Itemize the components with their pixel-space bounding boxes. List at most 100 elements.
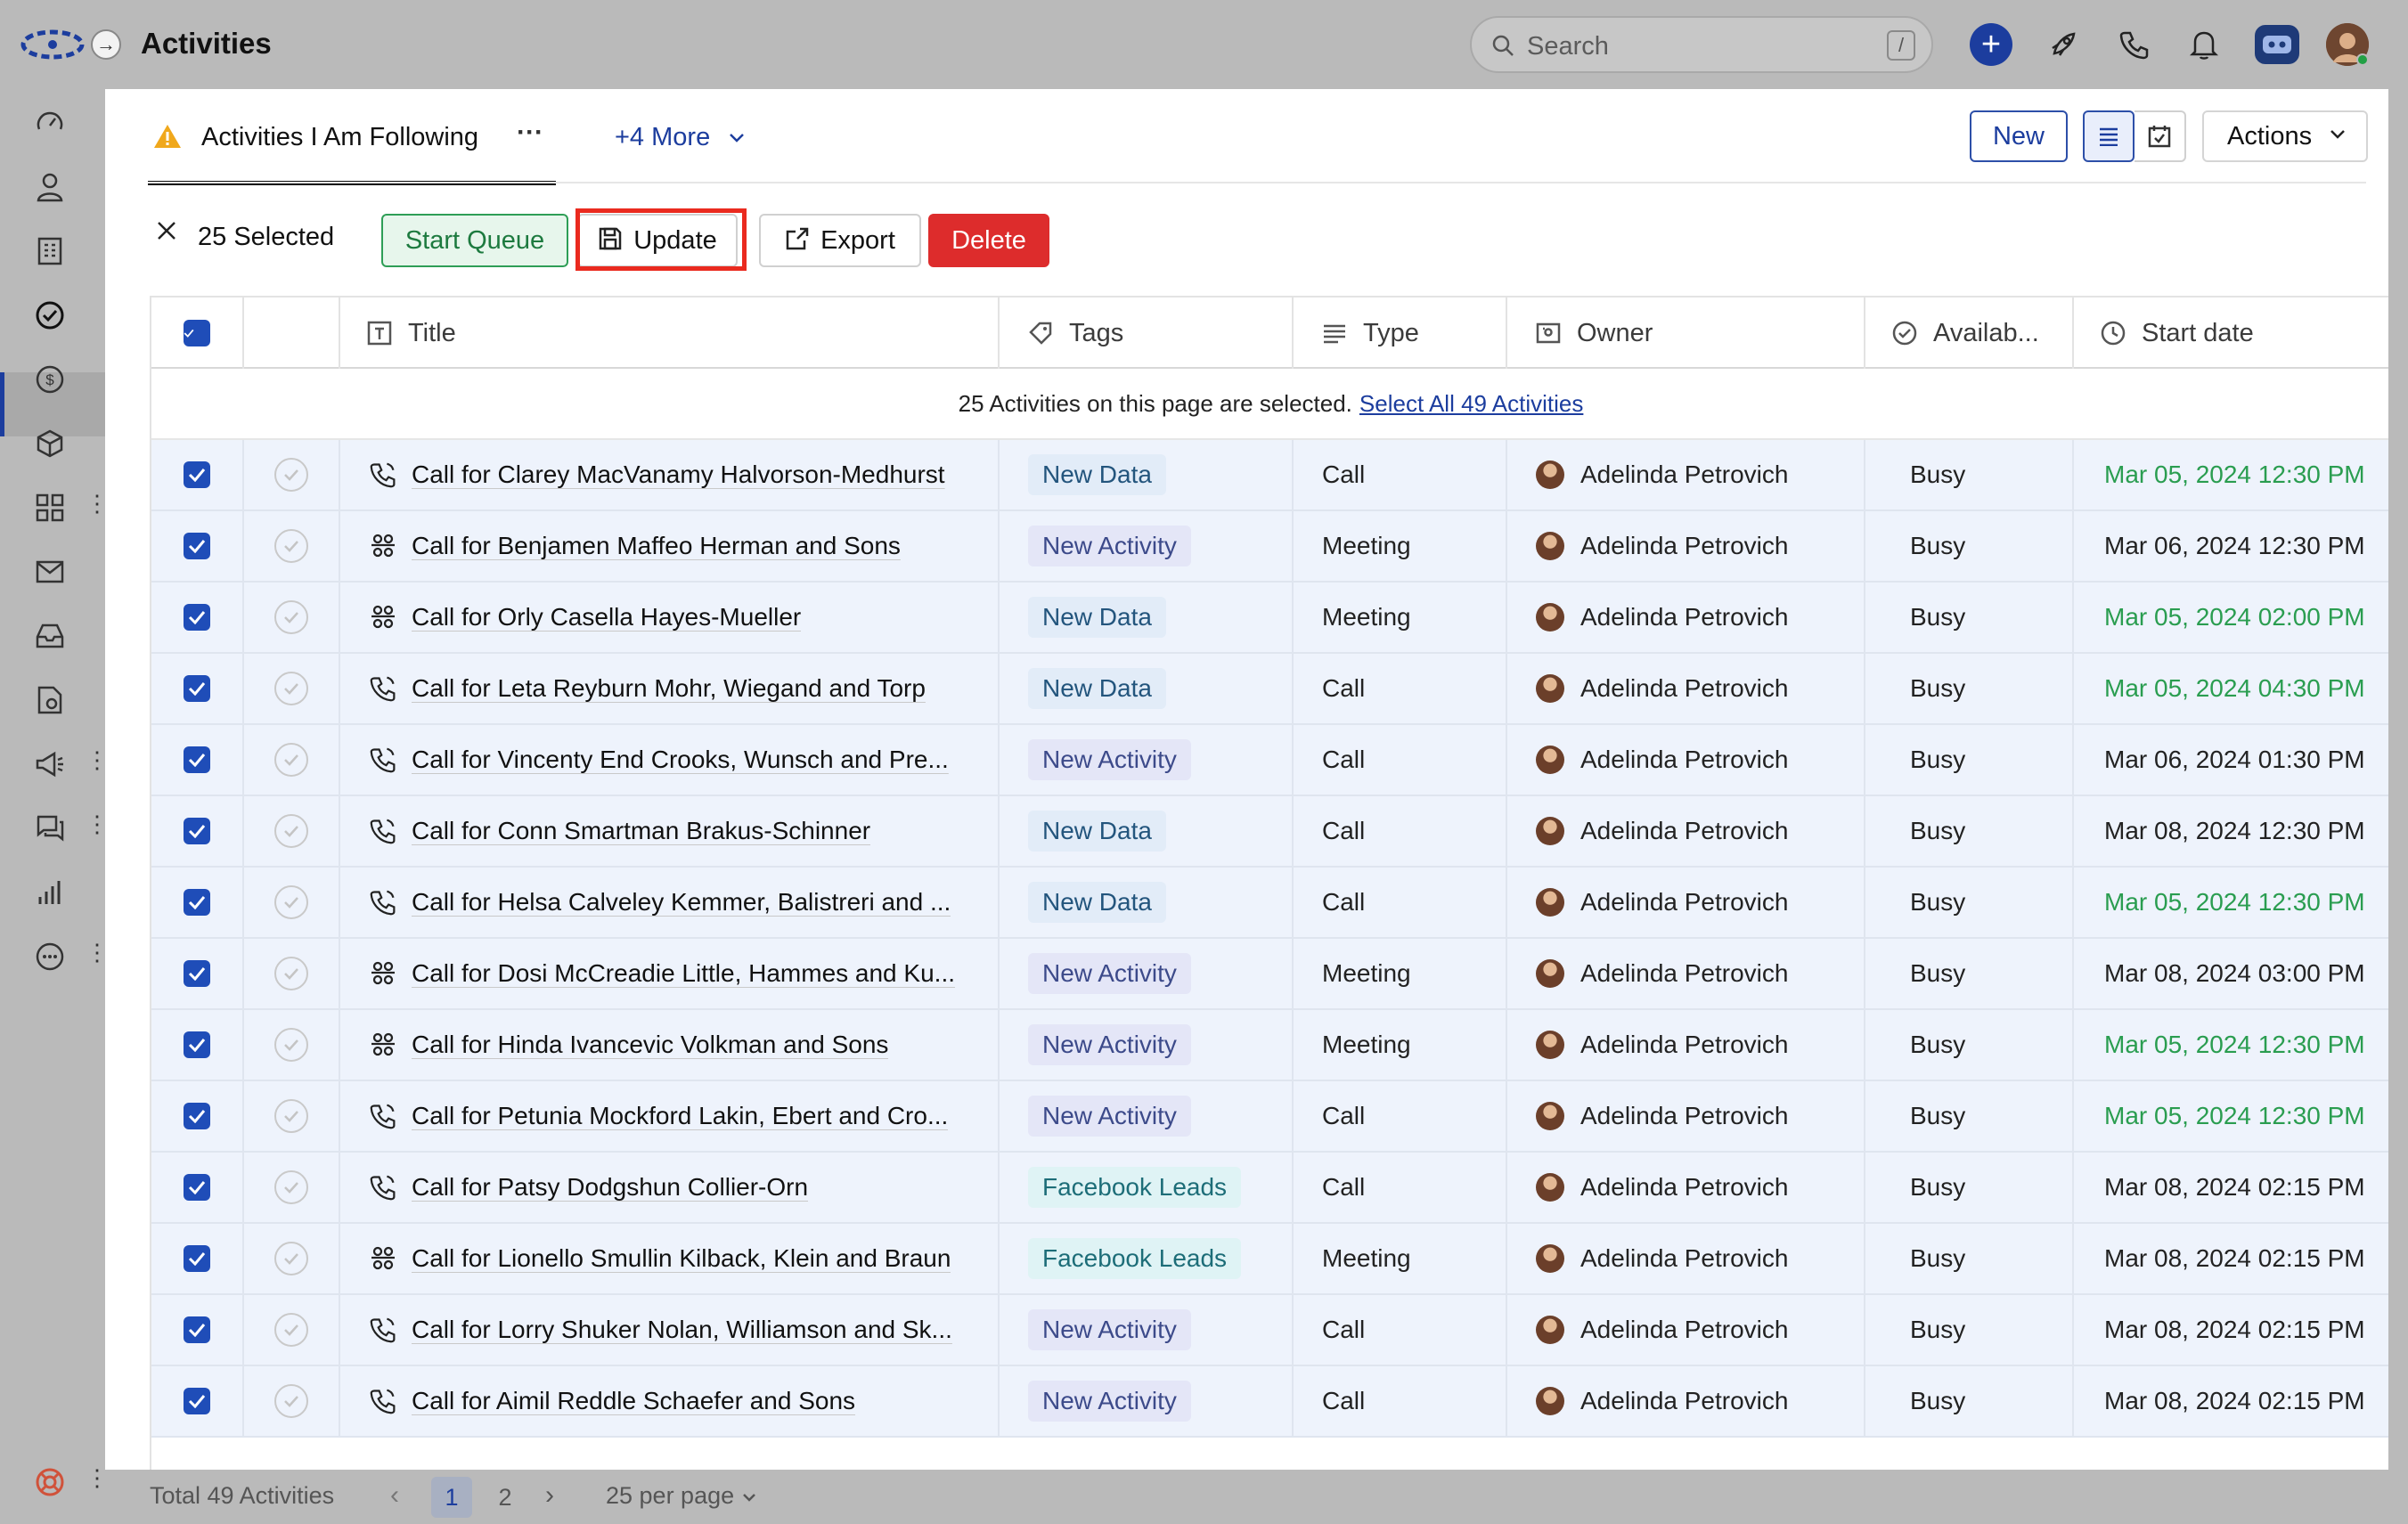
row-select-cell[interactable] [151, 1010, 244, 1080]
row-owner-cell[interactable]: Adelinda Petrovich [1507, 1224, 1865, 1293]
accounts-icon[interactable] [32, 233, 68, 269]
row-checkbox[interactable] [184, 1388, 210, 1414]
row-done-cell[interactable] [244, 654, 340, 723]
row-tags-cell[interactable]: New Data [1000, 796, 1294, 866]
activity-title-link[interactable]: Call for Leta Reyburn Mohr, Wiegand and … [412, 674, 926, 703]
documents-icon[interactable] [32, 682, 68, 718]
row-checkbox[interactable] [184, 960, 210, 987]
select-all-link[interactable]: Select All 49 Activities [1359, 390, 1583, 417]
row-done-cell[interactable] [244, 1081, 340, 1151]
row-tags-cell[interactable]: New Activity [1000, 1081, 1294, 1151]
page-button-2[interactable]: 2 [485, 1477, 526, 1518]
row-done-cell[interactable] [244, 1366, 340, 1436]
dashboard-icon[interactable] [32, 105, 68, 141]
row-checkbox[interactable] [184, 1174, 210, 1201]
row-tags-cell[interactable]: New Data [1000, 868, 1294, 937]
list-view-button[interactable] [2083, 110, 2135, 162]
row-done-cell[interactable] [244, 1224, 340, 1293]
assistant-bot-icon[interactable] [2255, 25, 2299, 64]
row-owner-cell[interactable]: Adelinda Petrovich [1507, 796, 1865, 866]
activity-title-link[interactable]: Call for Aimil Reddle Schaefer and Sons [412, 1387, 855, 1415]
row-title-cell[interactable]: Call for Vincenty End Crooks, Wunsch and… [340, 725, 1000, 795]
row-owner-cell[interactable]: Adelinda Petrovich [1507, 440, 1865, 509]
row-owner-cell[interactable]: Adelinda Petrovich [1507, 583, 1865, 652]
row-tags-cell[interactable]: New Activity [1000, 725, 1294, 795]
help-icon[interactable] [32, 1464, 68, 1500]
mark-done-icon[interactable] [274, 743, 308, 777]
column-header-availability[interactable]: Availab... [1865, 297, 2074, 369]
row-tags-cell[interactable]: Facebook Leads [1000, 1153, 1294, 1222]
table-row[interactable]: Call for Dosi McCreadie Little, Hammes a… [151, 939, 2388, 1010]
expand-sidebar-icon[interactable]: → [91, 29, 121, 60]
row-tags-cell[interactable]: New Activity [1000, 1295, 1294, 1365]
rocket-icon[interactable] [2042, 23, 2085, 66]
activity-title-link[interactable]: Call for Orly Casella Hayes-Mueller [412, 603, 801, 632]
row-title-cell[interactable]: Call for Aimil Reddle Schaefer and Sons [340, 1366, 1000, 1436]
table-row[interactable]: Call for Petunia Mockford Lakin, Ebert a… [151, 1081, 2388, 1153]
add-icon[interactable]: + [1970, 23, 2012, 66]
table-row[interactable]: Call for Benjamen Maffeo Herman and Sons… [151, 511, 2388, 583]
campaigns-icon[interactable] [32, 746, 68, 782]
row-select-cell[interactable] [151, 939, 244, 1008]
activities-icon[interactable] [32, 297, 68, 333]
mark-done-icon[interactable] [274, 1242, 308, 1275]
mark-done-icon[interactable] [274, 814, 308, 848]
row-select-cell[interactable] [151, 725, 244, 795]
row-owner-cell[interactable]: Adelinda Petrovich [1507, 868, 1865, 937]
activity-title-link[interactable]: Call for Hinda Ivancevic Volkman and Son… [412, 1031, 888, 1059]
mark-done-icon[interactable] [274, 1313, 308, 1347]
activity-title-link[interactable]: Call for Patsy Dodgshun Collier-Orn [412, 1173, 808, 1202]
row-owner-cell[interactable]: Adelinda Petrovich [1507, 725, 1865, 795]
row-checkbox[interactable] [184, 1245, 210, 1272]
view-tab-active[interactable]: Activities I Am Following ··· [148, 89, 556, 185]
delete-button[interactable]: Delete [928, 214, 1049, 267]
row-tags-cell[interactable]: New Activity [1000, 1010, 1294, 1080]
row-owner-cell[interactable]: Adelinda Petrovich [1507, 1366, 1865, 1436]
row-checkbox[interactable] [184, 461, 210, 488]
activity-title-link[interactable]: Call for Benjamen Maffeo Herman and Sons [412, 532, 901, 560]
row-title-cell[interactable]: Call for Patsy Dodgshun Collier-Orn [340, 1153, 1000, 1222]
chat-icon[interactable] [32, 811, 68, 846]
row-checkbox[interactable] [184, 1103, 210, 1129]
row-select-cell[interactable] [151, 1295, 244, 1365]
column-header-type[interactable]: Type [1294, 297, 1507, 369]
row-checkbox[interactable] [184, 746, 210, 773]
row-done-cell[interactable] [244, 939, 340, 1008]
page-button-1[interactable]: 1 [431, 1477, 472, 1518]
activity-title-link[interactable]: Call for Clarey MacVanamy Halvorson-Medh… [412, 460, 945, 489]
row-owner-cell[interactable]: Adelinda Petrovich [1507, 1010, 1865, 1080]
row-checkbox[interactable] [184, 818, 210, 844]
row-done-cell[interactable] [244, 1153, 340, 1222]
row-select-cell[interactable] [151, 511, 244, 581]
user-avatar[interactable] [2326, 23, 2369, 66]
activity-title-link[interactable]: Call for Conn Smartman Brakus-Schinner [412, 817, 870, 845]
row-checkbox[interactable] [184, 533, 210, 559]
row-title-cell[interactable]: Call for Leta Reyburn Mohr, Wiegand and … [340, 654, 1000, 723]
row-select-cell[interactable] [151, 868, 244, 937]
export-button[interactable]: Export [759, 214, 921, 267]
table-row[interactable]: Call for Conn Smartman Brakus-Schinner Ne… [151, 796, 2388, 868]
deals-icon[interactable]: $ [32, 362, 68, 397]
previous-page-icon[interactable]: ‹ [390, 1480, 399, 1511]
mark-done-icon[interactable] [274, 529, 308, 563]
row-select-cell[interactable] [151, 583, 244, 652]
row-owner-cell[interactable]: Adelinda Petrovich [1507, 1081, 1865, 1151]
select-all-cell[interactable] [151, 297, 244, 369]
row-tags-cell[interactable]: New Data [1000, 583, 1294, 652]
select-all-checkbox[interactable] [184, 320, 210, 346]
calendar-view-button[interactable] [2135, 110, 2186, 162]
row-title-cell[interactable]: Call for Conn Smartman Brakus-Schinner [340, 796, 1000, 866]
row-select-cell[interactable] [151, 1153, 244, 1222]
row-checkbox[interactable] [184, 889, 210, 916]
activity-title-link[interactable]: Call for Helsa Calveley Kemmer, Balistre… [412, 888, 951, 917]
apps-icon[interactable] [32, 490, 68, 526]
row-done-cell[interactable] [244, 1295, 340, 1365]
reports-icon[interactable] [32, 875, 68, 910]
row-tags-cell[interactable]: Facebook Leads [1000, 1224, 1294, 1293]
activity-title-link[interactable]: Call for Petunia Mockford Lakin, Ebert a… [412, 1102, 948, 1130]
mark-done-icon[interactable] [274, 1384, 308, 1418]
row-owner-cell[interactable]: Adelinda Petrovich [1507, 939, 1865, 1008]
row-select-cell[interactable] [151, 1081, 244, 1151]
column-header-title[interactable]: Title [340, 297, 1000, 369]
row-owner-cell[interactable]: Adelinda Petrovich [1507, 654, 1865, 723]
